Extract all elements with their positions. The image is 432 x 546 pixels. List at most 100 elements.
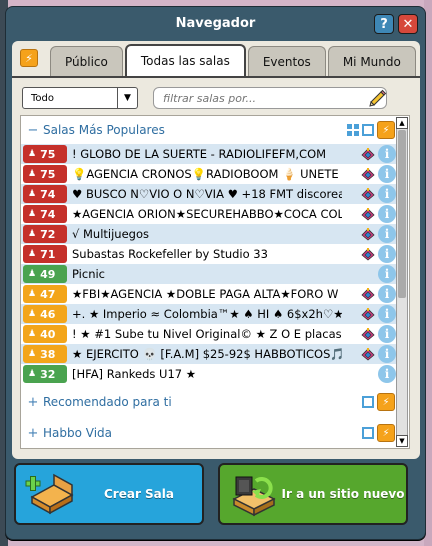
layout-view-icon[interactable]	[362, 396, 374, 408]
info-icon[interactable]: i	[378, 325, 396, 343]
search-input[interactable]	[153, 87, 387, 109]
room-row[interactable]: ♟ 71 Subastas Rockefeller by Studio 33 i	[21, 244, 399, 264]
chevron-down-icon[interactable]: ▼	[117, 88, 137, 108]
tab-eventos[interactable]: Eventos	[247, 46, 326, 76]
room-row[interactable]: ♟ 75 ! GLOBO DE LA SUERTE - RADIOLIFEFM,…	[21, 144, 399, 164]
group-icon[interactable]	[361, 287, 375, 301]
room-name: ! ★ #1 Sube tu Nivel Original© ★ Z O E p…	[72, 327, 342, 341]
tab-publico[interactable]: Público	[50, 46, 123, 76]
user-icon: ♟	[28, 309, 37, 319]
room-name: Picnic	[72, 267, 106, 281]
layout-view-icon[interactable]	[362, 427, 374, 439]
category-header-popular[interactable]: − Salas Más Populares ⚡	[21, 116, 399, 144]
room-row[interactable]: ♟ 75 💡AGENCIA CRONOS💡RADIOBOOM 🍦 UNETE 2…	[21, 164, 399, 184]
group-icon[interactable]	[361, 207, 375, 221]
room-name: ★FBI★AGENCIA ★DOBLE PAGA ALTA★FORO W	[72, 287, 339, 301]
user-count: 75	[40, 167, 56, 181]
room-row[interactable]: ♟ 72 √ Multijuegos i	[21, 224, 399, 244]
expand-icon[interactable]: +	[23, 426, 43, 441]
user-count-badge: ♟ 74	[23, 205, 67, 223]
info-icon[interactable]: i	[378, 185, 396, 203]
group-icon[interactable]	[361, 147, 375, 161]
group-icon[interactable]	[361, 347, 375, 361]
user-count: 74	[40, 207, 56, 221]
room-row[interactable]: ♟ 47 ★FBI★AGENCIA ★DOBLE PAGA ALTA★FORO …	[21, 284, 399, 304]
user-icon: ♟	[28, 229, 37, 239]
info-icon[interactable]: i	[378, 365, 396, 383]
group-icon[interactable]	[361, 247, 375, 261]
room-row[interactable]: ♟ 74 ♥ BUSCO N♡VIO O N♡VIA ♥ +18 FMT dis…	[21, 184, 399, 204]
create-room-button[interactable]: Crear Sala	[14, 463, 204, 525]
user-icon: ♟	[28, 169, 37, 179]
info-icon[interactable]: i	[378, 265, 396, 283]
layout-view-icon[interactable]	[362, 124, 374, 136]
scroll-track[interactable]	[396, 129, 408, 435]
bolt-icon[interactable]: ⚡	[377, 393, 395, 411]
user-count-badge: ♟ 72	[23, 225, 67, 243]
user-icon: ♟	[28, 269, 37, 279]
user-count: 38	[40, 347, 56, 361]
room-list: − Salas Más Populares ⚡ ♟ 75 ! GLOBO DE …	[20, 115, 410, 449]
room-name: Subastas Rockefeller by Studio 33	[72, 247, 268, 261]
tab-bar: Público Todas las salas Eventos Mi Mundo	[50, 44, 416, 76]
info-icon[interactable]: i	[378, 245, 396, 263]
scroll-down-icon[interactable]: ▼	[396, 435, 408, 447]
bolt-icon[interactable]: ⚡	[20, 49, 38, 67]
group-icon[interactable]	[361, 187, 375, 201]
bolt-icon[interactable]: ⚡	[377, 424, 395, 442]
user-icon: ♟	[28, 329, 37, 339]
user-count-badge: ♟ 75	[23, 165, 67, 183]
room-row[interactable]: ♟ 38 ★ EJERCITO 💀 [F.A.M] $25-92$ HABBOT…	[21, 344, 399, 364]
collapse-icon[interactable]: −	[23, 123, 43, 138]
info-icon[interactable]: i	[378, 345, 396, 363]
info-icon[interactable]: i	[378, 165, 396, 183]
window-titlebar[interactable]: Navegador	[6, 7, 425, 39]
info-icon[interactable]: i	[378, 145, 396, 163]
category-label: Habbo Vida	[43, 426, 113, 440]
room-name: 💡AGENCIA CRONOS💡RADIOBOOM 🍦 UNETE 2	[72, 167, 342, 181]
window-title: Navegador	[175, 15, 256, 31]
room-row[interactable]: ♟ 46 +. ★ Imperio ≈ Colombia™★ ♠ HI ♠ 6$…	[21, 304, 399, 324]
go-random-room-button[interactable]: Ir a un sitio nuevo	[218, 463, 408, 525]
room-row[interactable]: ♟ 49 Picnic i	[21, 264, 399, 284]
scroll-up-icon[interactable]: ▲	[396, 117, 408, 129]
bolt-icon[interactable]: ⚡	[377, 121, 395, 139]
scrollbar[interactable]: ▲ ▼	[396, 117, 408, 447]
info-icon[interactable]: i	[378, 285, 396, 303]
info-icon[interactable]: i	[378, 205, 396, 223]
user-count: 74	[40, 187, 56, 201]
category-header-habbo-vida[interactable]: + Habbo Vida ⚡	[21, 419, 399, 447]
group-icon[interactable]	[361, 227, 375, 241]
room-name: √ Multijuegos	[72, 227, 149, 241]
info-icon[interactable]: i	[378, 225, 396, 243]
scroll-thumb[interactable]	[398, 130, 406, 298]
filter-dropdown[interactable]: Todo ▼	[22, 87, 138, 109]
group-icon[interactable]	[361, 307, 375, 321]
tab-todas-las-salas[interactable]: Todas las salas	[124, 44, 246, 76]
category-header-recommended[interactable]: + Recomendado para ti ⚡	[21, 388, 399, 416]
room-name: [HFA] Rankeds U17 ★	[72, 367, 197, 381]
room-rows: ♟ 75 ! GLOBO DE LA SUERTE - RADIOLIFEFM,…	[21, 144, 399, 384]
create-room-label: Crear Sala	[103, 487, 174, 501]
tab-mi-mundo[interactable]: Mi Mundo	[327, 46, 416, 76]
user-count: 46	[40, 307, 56, 321]
user-count-badge: ♟ 71	[23, 245, 67, 263]
category-label: Salas Más Populares	[43, 123, 165, 137]
room-row[interactable]: ♟ 40 ! ★ #1 Sube tu Nivel Original© ★ Z …	[21, 324, 399, 344]
expand-icon[interactable]: +	[23, 395, 43, 410]
user-count: 47	[40, 287, 56, 301]
user-icon: ♟	[28, 369, 37, 379]
room-row[interactable]: ♟ 32 [HFA] Rankeds U17 ★ i	[21, 364, 399, 384]
room-row[interactable]: ♟ 74 ★AGENCIA ORION★SECUREHABBO★COCA COL…	[21, 204, 399, 224]
group-icon[interactable]	[361, 167, 375, 181]
close-button[interactable]: ✕	[398, 14, 418, 34]
room-name: +. ★ Imperio ≈ Colombia™★ ♠ HI ♠ 6$x2h♡★	[72, 307, 342, 321]
info-icon[interactable]: i	[378, 305, 396, 323]
navigator-panel: ⚡ Público Todas las salas Eventos Mi Mun…	[12, 41, 420, 459]
grid-view-icon[interactable]	[347, 124, 359, 136]
user-icon: ♟	[28, 349, 37, 359]
group-icon[interactable]	[361, 327, 375, 341]
help-button[interactable]: ?	[374, 14, 394, 34]
pencil-icon[interactable]	[367, 87, 387, 107]
user-icon: ♟	[28, 209, 37, 219]
